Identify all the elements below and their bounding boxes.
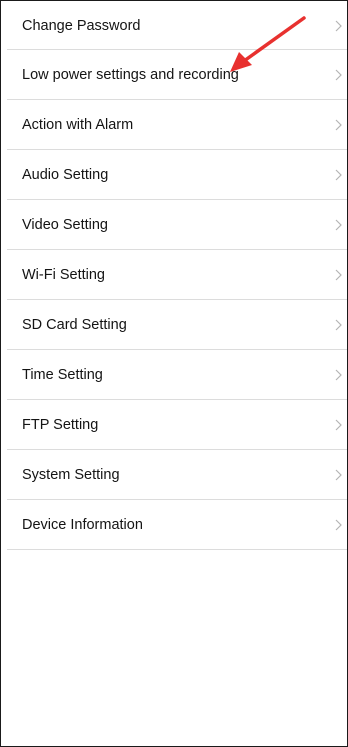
- settings-item-ftp[interactable]: FTP Setting: [1, 400, 347, 450]
- chevron-right-icon: [335, 119, 342, 131]
- chevron-right-icon: [335, 469, 342, 481]
- settings-item-wifi[interactable]: Wi-Fi Setting: [1, 250, 347, 300]
- chevron-right-icon: [335, 319, 342, 331]
- settings-item-action-with-alarm[interactable]: Action with Alarm: [1, 100, 347, 150]
- chevron-right-icon: [335, 369, 342, 381]
- settings-list: Change Password Low power settings and r…: [1, 1, 347, 550]
- chevron-right-icon: [335, 20, 342, 31]
- chevron-right-icon: [335, 519, 342, 531]
- settings-item-change-password[interactable]: Change Password: [1, 1, 347, 50]
- settings-item-sd-card[interactable]: SD Card Setting: [1, 300, 347, 350]
- settings-item-device-information[interactable]: Device Information: [1, 500, 347, 550]
- settings-item-label: Video Setting: [22, 217, 108, 233]
- settings-item-label: Time Setting: [22, 367, 103, 383]
- settings-item-label: Device Information: [22, 517, 143, 533]
- settings-screen: Change Password Low power settings and r…: [0, 0, 348, 747]
- settings-item-label: Wi-Fi Setting: [22, 267, 105, 283]
- settings-item-label: Low power settings and recording: [22, 67, 239, 83]
- settings-item-label: System Setting: [22, 467, 120, 483]
- settings-item-label: Action with Alarm: [22, 117, 134, 133]
- chevron-right-icon: [335, 419, 342, 431]
- chevron-right-icon: [335, 69, 342, 81]
- chevron-right-icon: [335, 219, 342, 231]
- settings-item-label: SD Card Setting: [22, 317, 127, 333]
- settings-item-audio[interactable]: Audio Setting: [1, 150, 347, 200]
- settings-item-time[interactable]: Time Setting: [1, 350, 347, 400]
- chevron-right-icon: [335, 169, 342, 181]
- settings-item-label: Audio Setting: [22, 167, 109, 183]
- settings-item-label: FTP Setting: [22, 417, 99, 433]
- chevron-right-icon: [335, 269, 342, 281]
- settings-item-low-power[interactable]: Low power settings and recording: [1, 50, 347, 100]
- settings-item-system[interactable]: System Setting: [1, 450, 347, 500]
- settings-item-label: Change Password: [22, 17, 141, 34]
- settings-item-video[interactable]: Video Setting: [1, 200, 347, 250]
